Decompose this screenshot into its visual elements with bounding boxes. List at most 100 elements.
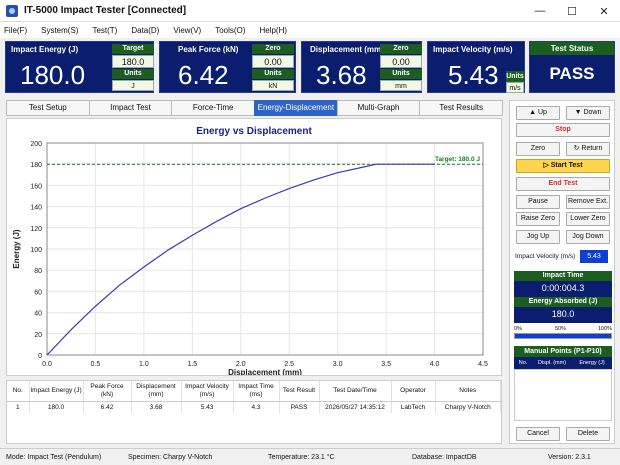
col-date-time: Test Date/Time	[319, 381, 392, 402]
x-axis-label: Displacement (mm)	[228, 368, 302, 375]
col-peak-force: Peak Force (kN)	[83, 381, 132, 402]
energy-absorbed-value: 180.0	[551, 309, 575, 319]
down-button[interactable]: ▼ Down	[566, 106, 610, 120]
menu-tools[interactable]: Tools(O)	[215, 26, 245, 35]
col-no: No.	[7, 381, 30, 402]
cell-no: 1	[7, 401, 30, 413]
menu-help[interactable]: Help(H)	[259, 26, 287, 35]
force-unit: kN	[252, 80, 294, 91]
progress-fill	[515, 334, 611, 338]
force-label: Peak Force (kN)	[178, 45, 239, 54]
status-specimen: Specimen: Charpy V-Notch	[128, 453, 213, 461]
displacement-label: Displacement (mm)	[310, 45, 384, 54]
displacement-panel: Displacement (mm) 3.68 Zero 0.00 Units m…	[301, 41, 422, 93]
y-tick-label: 160	[30, 183, 42, 190]
cell-impact-time: 4.3	[233, 401, 280, 413]
energy-units-header: Units	[112, 69, 154, 79]
minimize-button[interactable]: —	[524, 0, 556, 22]
menu-test[interactable]: Test(T)	[92, 26, 117, 35]
x-tick-label: 3.5	[381, 361, 391, 368]
tab-impact-test[interactable]: Impact Test	[88, 100, 173, 116]
col-impact-velocity: Impact Velocity (m/s)	[181, 381, 234, 402]
menu-system[interactable]: System(S)	[41, 26, 78, 35]
velocity-value: 5.43	[448, 60, 499, 90]
col-operator: Operator	[391, 381, 436, 402]
cell-displacement: 3.68	[131, 401, 182, 413]
start-test-button[interactable]: ▷ Start Test	[516, 159, 610, 173]
x-tick-label: 0.5	[91, 361, 101, 368]
status-temperature: Temperature: 23.1 °C	[268, 453, 335, 461]
results-table: No. Impact Energy (J) Peak Force (kN) Di…	[6, 380, 502, 444]
tab-test-setup[interactable]: Test Setup	[6, 100, 90, 116]
y-tick-label: 100	[30, 247, 42, 254]
end-test-button[interactable]: End Test	[516, 177, 610, 191]
velocity-unit: m/s	[506, 82, 524, 93]
manual-points-list[interactable]	[514, 369, 612, 421]
cell-impact-velocity: 5.43	[181, 401, 234, 413]
cell-operator: LabTech	[391, 401, 436, 413]
jog-down-button[interactable]: Jog Down	[566, 230, 610, 244]
y-tick-label: 80	[34, 268, 42, 275]
energy-target-header: Target	[112, 44, 154, 54]
zero-button[interactable]: Zero	[516, 142, 560, 156]
x-tick-label: 2.5	[284, 361, 294, 368]
up-button[interactable]: ▲ Up	[516, 106, 560, 120]
delete-button[interactable]: Delete	[566, 427, 610, 441]
menu-data[interactable]: Data(D)	[131, 26, 159, 35]
tab-test-results[interactable]: Test Results	[419, 100, 504, 116]
y-tick-label: 120	[30, 226, 42, 233]
raise-zero-button[interactable]: Raise Zero	[516, 212, 560, 226]
results-header-row: No. Impact Energy (J) Peak Force (kN) Di…	[7, 381, 501, 402]
jog-up-button[interactable]: Jog Up	[516, 230, 560, 244]
control-panel: ▲ Up ▼ Down Stop Zero ↻ Return ▷ Start T…	[509, 100, 615, 444]
x-tick-label: 3.0	[333, 361, 343, 368]
impact-velocity-display: 5.43	[580, 250, 608, 263]
energy-label: Impact Energy (J)	[11, 45, 79, 54]
velocity-label: Impact Velocity (m/s)	[433, 45, 513, 54]
col-test-result: Test Result	[279, 381, 320, 402]
manual-points-header: Manual Points (P1-P10)	[514, 346, 612, 357]
app-icon	[6, 4, 18, 17]
col-notes: Notes	[435, 381, 501, 402]
status-mode: Mode: Impact Test (Pendulum)	[6, 453, 102, 461]
menu-bar: File(F) System(S) Test(T) Data(D) View(V…	[0, 22, 620, 38]
maximize-button[interactable]: ☐	[556, 0, 588, 22]
test-status-value: PASS	[549, 64, 595, 83]
status-version: Version: 2.3.1	[548, 453, 591, 461]
col-displacement: Displacement (mm)	[131, 381, 182, 402]
tab-multi-graph[interactable]: Multi-Graph	[336, 100, 421, 116]
cancel-button[interactable]: Cancel	[516, 427, 560, 441]
impact-velocity-label: Impact Velocity (m/s)	[515, 253, 576, 260]
close-button[interactable]: ✕	[588, 0, 620, 22]
lower-zero-button[interactable]: Lower Zero	[566, 212, 610, 226]
force-zero-value: 0.00	[252, 55, 294, 68]
status-bar: Mode: Impact Test (Pendulum) Specimen: C…	[0, 448, 620, 465]
cell-notes: Charpy V-Notch	[435, 401, 501, 413]
cell-test-result: PASS	[279, 401, 320, 413]
y-axis-label: Energy (J)	[12, 229, 21, 268]
pause-button[interactable]: Pause	[516, 195, 560, 209]
col-impact-energy: Impact Energy (J)	[29, 381, 84, 402]
col-impact-time: Impact Time (ms)	[233, 381, 280, 402]
progress-100-label: 100%	[598, 326, 613, 332]
displacement-zero-header: Zero	[380, 44, 422, 54]
x-tick-label: 2.0	[236, 361, 246, 368]
menu-view[interactable]: View(V)	[173, 26, 201, 35]
manual-col-energy: Energy (J)	[579, 360, 605, 366]
menu-file[interactable]: File(F)	[4, 26, 27, 35]
table-row[interactable]: 1 180.0 6.42 3.68 5.43 4.3 PASS 2026/05/…	[7, 401, 501, 413]
impact-time-header: Impact Time	[514, 271, 612, 281]
remove-ext-button[interactable]: Remove Ext.	[566, 195, 610, 209]
energy-value: 180.0	[20, 60, 86, 90]
tab-force-time[interactable]: Force-Time	[171, 100, 256, 116]
window-title: IT-5000 Impact Tester [Connected]	[24, 5, 187, 16]
tab-energy-displacement[interactable]: Energy-Displacement	[254, 100, 338, 116]
stop-button[interactable]: Stop	[516, 123, 610, 137]
status-database: Database: ImpactDB	[412, 453, 477, 461]
cell-impact-energy: 180.0	[29, 401, 84, 413]
x-tick-label: 4.0	[430, 361, 440, 368]
energy-panel: Impact Energy (J) 180.0 Target 180.0 Uni…	[5, 41, 154, 93]
energy-displacement-chart: 0 20 40 60 80 100 120 140 160 180 200 0.0 0.5 1.0 1.5 2…	[12, 141, 488, 375]
force-units-header: Units	[252, 69, 294, 79]
return-button[interactable]: ↻ Return	[566, 142, 610, 156]
